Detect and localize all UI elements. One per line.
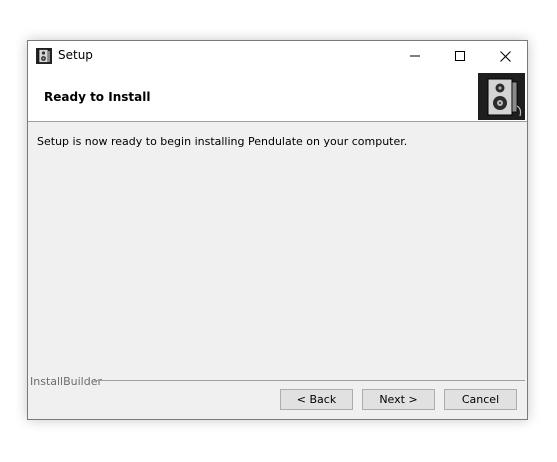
installbuilder-brand-label: InstallBuilder <box>30 375 103 388</box>
close-icon <box>500 50 511 62</box>
speaker-box-icon <box>36 48 52 64</box>
minimize-icon <box>409 55 420 57</box>
title-bar[interactable]: Setup <box>28 41 527 71</box>
page-title: Ready to Install <box>44 90 151 104</box>
wizard-header: Ready to Install <box>28 71 527 122</box>
speaker-box-icon <box>478 73 525 120</box>
ready-message: Setup is now ready to begin installing P… <box>37 135 408 148</box>
setup-window: Setup Ready to Install Setup is now read… <box>27 40 528 420</box>
window-title: Setup <box>58 48 93 62</box>
maximize-button[interactable] <box>437 41 482 71</box>
close-button[interactable] <box>483 41 528 71</box>
maximize-icon <box>454 51 465 61</box>
footer-divider <box>94 380 525 381</box>
minimize-button[interactable] <box>392 41 437 71</box>
back-button[interactable]: < Back <box>280 389 353 410</box>
cancel-button[interactable]: Cancel <box>444 389 517 410</box>
next-button[interactable]: Next > <box>362 389 435 410</box>
